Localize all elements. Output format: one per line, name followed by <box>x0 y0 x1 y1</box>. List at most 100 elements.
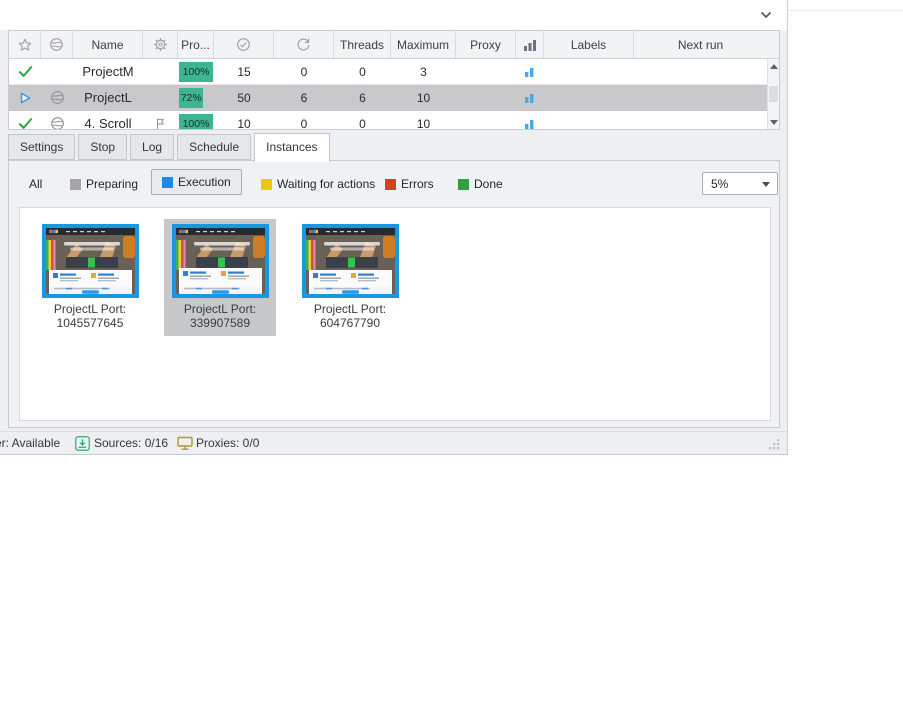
header-settings[interactable] <box>143 31 178 58</box>
header-browser[interactable] <box>41 31 73 58</box>
header-proxy[interactable]: Proxy <box>456 31 516 58</box>
filter-waiting[interactable]: Waiting for actions <box>261 173 375 195</box>
header-next-run[interactable]: Next run <box>634 31 767 58</box>
repeat-count: 0 <box>274 59 334 84</box>
filter-label: Errors <box>401 177 434 191</box>
status-bar: er: Available Sources: 0/16 Proxies: 0/0 <box>0 431 787 454</box>
success-count: 10 <box>214 111 274 130</box>
filter-errors[interactable]: Errors <box>385 173 434 195</box>
filter-label: Done <box>474 177 503 191</box>
tab-settings[interactable]: Settings <box>8 134 75 160</box>
header-maximum[interactable]: Maximum <box>391 31 456 58</box>
tab-stop[interactable]: Stop <box>78 134 127 160</box>
progress-cell: 100% <box>179 62 213 82</box>
mini-stats-icon <box>525 92 535 104</box>
globe-icon <box>49 115 66 130</box>
progress-badge: 72% <box>179 88 203 108</box>
tab-schedule[interactable]: Schedule <box>177 134 251 160</box>
app-window: Name Pro... <box>0 0 788 455</box>
table-row-scroll[interactable]: 4. Scroll 100% 10 0 0 10 <box>9 111 767 130</box>
filter-done[interactable]: Done <box>458 173 503 195</box>
header-progress[interactable]: Pro... <box>178 31 214 58</box>
instance-port: 1045577645 <box>34 316 146 330</box>
filter-all[interactable]: All <box>29 173 42 195</box>
filter-preparing[interactable]: Preparing <box>70 173 138 195</box>
instance-caption: ProjectL Port: <box>164 302 276 316</box>
download-icon <box>75 436 90 451</box>
tab-instances[interactable]: Instances <box>254 133 329 162</box>
bar-chart-icon <box>523 38 537 52</box>
progress-badge: 100% <box>179 62 213 82</box>
instance-thumbnail <box>172 224 269 298</box>
header-labels[interactable]: Labels <box>544 31 634 58</box>
threads-count: 6 <box>334 85 391 110</box>
collapse-ribbon-button[interactable] <box>757 7 775 23</box>
waiting-color-swatch <box>261 179 272 190</box>
scrollbar-thumb[interactable] <box>769 86 778 102</box>
background-window-edge <box>788 10 903 11</box>
resize-grip[interactable] <box>767 437 781 454</box>
project-name: ProjectM <box>73 59 143 84</box>
table-header-row: Name Pro... <box>9 31 779 59</box>
chevron-down-icon <box>760 11 772 19</box>
triangle-down-icon <box>770 120 778 125</box>
instances-tab-page: All Preparing Execution Waiting for acti… <box>8 160 780 428</box>
table-row-projectl[interactable]: ProjectL 72% 50 6 6 10 <box>9 85 767 111</box>
play-icon <box>18 91 32 105</box>
thumbnail-zoom-select[interactable]: 5% <box>702 172 778 195</box>
instance-tile[interactable]: ProjectL Port: 1045577645 <box>34 219 146 336</box>
table-body: ProjectM 100% 15 0 0 3 <box>9 59 767 130</box>
threads-count: 0 <box>334 111 391 130</box>
filter-label: Preparing <box>86 177 138 191</box>
repeat-count: 6 <box>274 85 334 110</box>
instance-thumbnail <box>302 224 399 298</box>
header-threads[interactable]: Threads <box>334 31 391 58</box>
header-name[interactable]: Name <box>73 31 143 58</box>
header-favorite[interactable] <box>9 31 41 58</box>
instance-caption: ProjectL Port: <box>34 302 146 316</box>
mini-stats-icon <box>525 66 535 78</box>
caret-down-icon <box>762 182 770 187</box>
progress-cell: 100% <box>179 114 213 131</box>
globe-icon <box>48 36 65 53</box>
errors-color-swatch <box>385 179 396 190</box>
maximum-count: 10 <box>391 111 456 130</box>
scroll-down-button[interactable] <box>768 116 779 128</box>
done-color-swatch <box>458 179 469 190</box>
gear-icon <box>152 36 169 53</box>
ribbon-strip <box>0 0 787 30</box>
progress-badge: 100% <box>179 114 213 131</box>
progress-cell: 72% <box>179 88 213 108</box>
star-icon <box>17 37 33 53</box>
execution-color-swatch <box>162 177 173 188</box>
mini-stats-icon <box>525 118 535 130</box>
header-statistics[interactable] <box>516 31 544 58</box>
threads-count: 0 <box>334 59 391 84</box>
instance-tiles: ProjectL Port: 1045577645 <box>20 208 770 336</box>
projects-table: Name Pro... <box>8 30 780 130</box>
project-name: ProjectL <box>73 85 143 110</box>
done-check-icon <box>18 117 33 130</box>
instance-port: 339907589 <box>164 316 276 330</box>
filter-label: Execution <box>178 175 231 189</box>
filter-execution[interactable]: Execution <box>151 169 242 195</box>
table-row-projectm[interactable]: ProjectM 100% 15 0 0 3 <box>9 59 767 85</box>
resize-grip-icon <box>767 437 781 451</box>
poster-status: er: Available <box>0 435 60 451</box>
maximum-count: 10 <box>391 85 456 110</box>
tab-strip: Settings Stop Log Schedule Instances <box>8 133 330 162</box>
monitor-icon <box>177 436 193 451</box>
repeat-count: 0 <box>274 111 334 130</box>
instance-tile[interactable]: ProjectL Port: 604767790 <box>294 219 406 336</box>
table-scrollbar[interactable] <box>767 59 779 129</box>
scroll-up-button[interactable] <box>768 60 779 72</box>
proxies-status: Proxies: 0/0 <box>196 435 259 451</box>
instance-port: 604767790 <box>294 316 406 330</box>
zoom-value: 5% <box>711 177 728 191</box>
success-count: 15 <box>214 59 274 84</box>
instance-tile-selected[interactable]: ProjectL Port: 339907589 <box>164 219 276 336</box>
header-success[interactable] <box>214 31 274 58</box>
tab-log[interactable]: Log <box>130 134 174 160</box>
header-repeats[interactable] <box>274 31 334 58</box>
maximum-count: 3 <box>391 59 456 84</box>
